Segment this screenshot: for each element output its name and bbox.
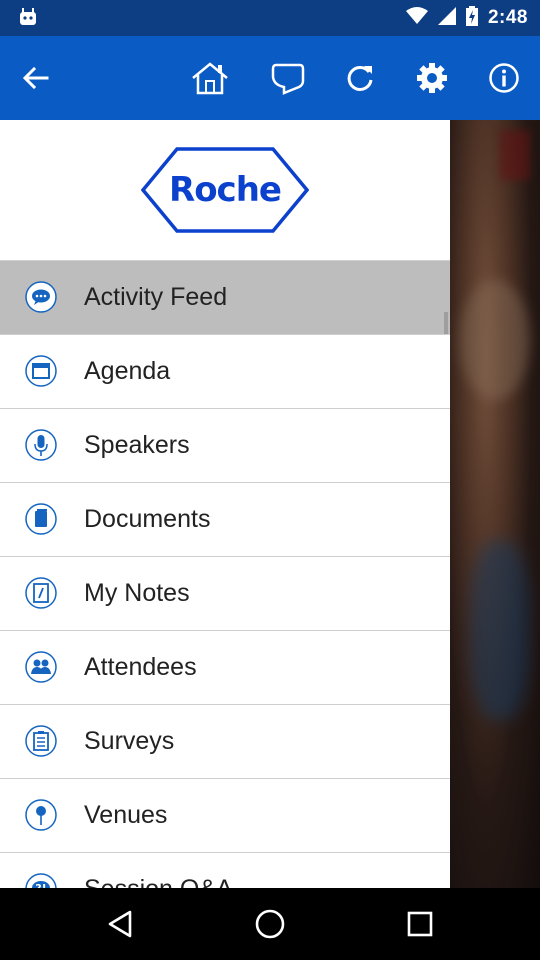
chat-button[interactable] bbox=[268, 58, 308, 98]
drawer-scrollbar[interactable] bbox=[444, 312, 448, 334]
menu-item-activity-feed[interactable]: Activity Feed bbox=[0, 260, 450, 335]
system-home-button[interactable] bbox=[250, 904, 290, 944]
people-icon bbox=[25, 651, 57, 683]
menu-item-label: Session Q&A bbox=[84, 875, 233, 888]
square-recents-icon bbox=[407, 911, 433, 937]
system-back-button[interactable] bbox=[100, 904, 140, 944]
android-notification-icon bbox=[18, 8, 38, 31]
chat-bubble-icon bbox=[25, 281, 57, 313]
logo-text: Roche bbox=[169, 170, 282, 210]
menu-item-label: Surveys bbox=[84, 727, 175, 755]
chat-bubble-icon bbox=[271, 63, 305, 95]
app-toolbar bbox=[0, 36, 540, 120]
gear-icon bbox=[417, 63, 447, 93]
menu-item-label: My Notes bbox=[84, 579, 190, 607]
menu-item-label: Activity Feed bbox=[84, 283, 228, 311]
system-recents-button[interactable] bbox=[400, 904, 440, 944]
notes-icon bbox=[25, 577, 57, 609]
status-time: 2:48 bbox=[487, 7, 528, 28]
navigation-drawer: Roche Activity Feed Agenda Speakers Docu… bbox=[0, 120, 450, 888]
microphone-icon bbox=[25, 429, 57, 461]
back-button[interactable] bbox=[15, 58, 55, 98]
menu-item-label: Documents bbox=[84, 505, 211, 533]
refresh-icon bbox=[347, 65, 373, 91]
info-button[interactable] bbox=[484, 58, 524, 98]
menu-item-label: Agenda bbox=[84, 357, 171, 385]
dimmed-background-photo[interactable] bbox=[450, 120, 540, 888]
back-arrow-icon bbox=[22, 66, 49, 90]
menu-item-session-qa[interactable]: ?! Session Q&A bbox=[0, 853, 450, 888]
menu-item-speakers[interactable]: Speakers bbox=[0, 409, 450, 483]
menu-item-venues[interactable]: Venues bbox=[0, 779, 450, 853]
wifi-icon bbox=[405, 6, 428, 30]
menu-item-label: Venues bbox=[84, 801, 168, 829]
clipboard-icon bbox=[25, 725, 57, 757]
menu-item-agenda[interactable]: Agenda bbox=[0, 335, 450, 409]
menu-item-my-notes[interactable]: My Notes bbox=[0, 557, 450, 631]
menu-item-label: Attendees bbox=[84, 653, 197, 681]
circle-home-icon bbox=[255, 909, 285, 939]
refresh-button[interactable] bbox=[340, 58, 380, 98]
triangle-back-icon bbox=[108, 910, 132, 938]
home-button[interactable] bbox=[190, 58, 230, 98]
calendar-icon bbox=[25, 355, 57, 387]
document-icon bbox=[25, 503, 57, 535]
system-navigation-bar bbox=[0, 888, 540, 960]
menu-item-documents[interactable]: Documents bbox=[0, 483, 450, 557]
menu-item-attendees[interactable]: Attendees bbox=[0, 631, 450, 705]
menu-item-surveys[interactable]: Surveys bbox=[0, 705, 450, 779]
battery-charging-icon bbox=[465, 5, 478, 31]
menu-item-label: Speakers bbox=[84, 431, 190, 459]
logo-area: Roche bbox=[0, 120, 450, 260]
map-pin-icon bbox=[25, 799, 57, 831]
status-bar: 2:48 bbox=[0, 0, 540, 36]
roche-logo: Roche bbox=[141, 146, 309, 234]
home-icon bbox=[192, 62, 228, 95]
question-icon: ?! bbox=[25, 873, 57, 888]
signal-icon bbox=[437, 6, 456, 30]
drawer-menu: Activity Feed Agenda Speakers Documents … bbox=[0, 260, 450, 888]
settings-button[interactable] bbox=[412, 58, 452, 98]
info-icon bbox=[489, 63, 519, 93]
